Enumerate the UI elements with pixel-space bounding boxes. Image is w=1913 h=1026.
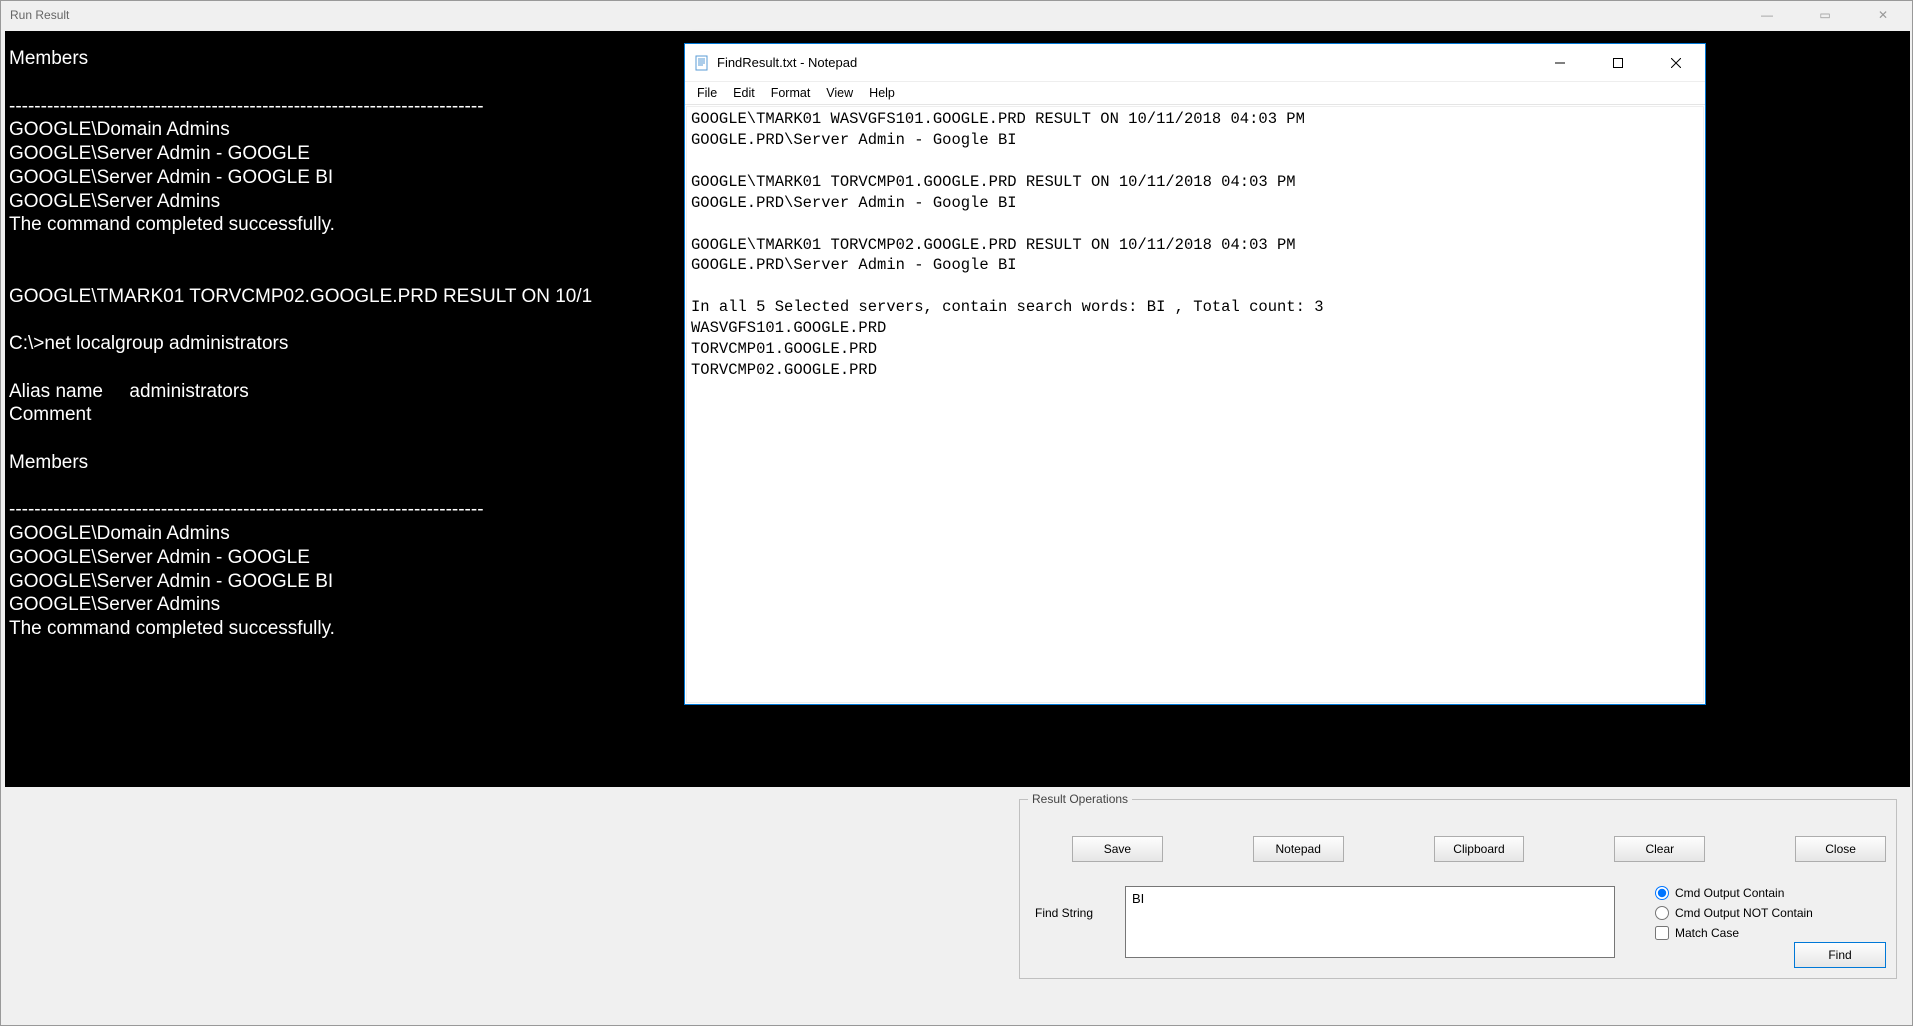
result-operations-legend: Result Operations [1028,792,1132,806]
run-result-window: Run Result — ▭ ✕ Members ---------------… [0,0,1913,1026]
find-options: Cmd Output Contain Cmd Output NOT Contai… [1655,886,1813,940]
cmd-output-not-contain-option[interactable]: Cmd Output NOT Contain [1655,906,1813,920]
result-operations-panel: Result Operations Save Notepad Clipboard… [1019,799,1897,999]
main-window-controls: — ▭ ✕ [1738,1,1912,29]
menu-file[interactable]: File [689,84,725,102]
cmd-output-not-contain-radio[interactable] [1655,906,1669,920]
menu-help[interactable]: Help [861,84,903,102]
notepad-window[interactable]: FindResult.txt - Notepad File Edit Forma… [684,43,1706,705]
main-titlebar[interactable]: Run Result — ▭ ✕ [1,1,1912,29]
notepad-text-content[interactable]: GOOGLE\TMARK01 WASVGFS101.GOOGLE.PRD RES… [686,106,1704,703]
find-string-label: Find String [1035,886,1105,920]
save-button[interactable]: Save [1072,836,1163,862]
notepad-close-icon[interactable] [1647,44,1705,82]
main-window-title: Run Result [10,8,69,22]
menu-format[interactable]: Format [763,84,819,102]
result-ops-buttons-row: Save Notepad Clipboard Clear Close [1072,836,1886,862]
menu-view[interactable]: View [818,84,861,102]
notepad-window-controls [1531,44,1705,82]
clear-button[interactable]: Clear [1614,836,1705,862]
match-case-label: Match Case [1675,926,1739,940]
cmd-output-not-contain-label: Cmd Output NOT Contain [1675,906,1813,920]
find-row: Find String BI Cmd Output Contain Cmd Ou… [1030,886,1886,958]
cmd-output-contain-option[interactable]: Cmd Output Contain [1655,886,1813,900]
notepad-minimize-icon[interactable] [1531,44,1589,82]
notepad-icon [693,54,711,72]
close-icon[interactable]: ✕ [1854,1,1912,29]
find-button-wrap: Find [1794,942,1886,968]
find-string-input[interactable]: BI [1125,886,1615,958]
result-operations-fieldset: Result Operations Save Notepad Clipboard… [1019,799,1897,979]
notepad-title: FindResult.txt - Notepad [717,55,857,70]
minimize-icon[interactable]: — [1738,1,1796,29]
match-case-option[interactable]: Match Case [1655,926,1813,940]
menu-edit[interactable]: Edit [725,84,763,102]
clipboard-button[interactable]: Clipboard [1434,836,1525,862]
notepad-button[interactable]: Notepad [1253,836,1344,862]
cmd-output-contain-label: Cmd Output Contain [1675,886,1784,900]
match-case-checkbox[interactable] [1655,926,1669,940]
notepad-maximize-icon[interactable] [1589,44,1647,82]
close-button[interactable]: Close [1795,836,1886,862]
cmd-output-contain-radio[interactable] [1655,886,1669,900]
notepad-titlebar[interactable]: FindResult.txt - Notepad [685,44,1705,82]
find-button[interactable]: Find [1794,942,1886,968]
maximize-icon[interactable]: ▭ [1796,1,1854,29]
notepad-menubar: File Edit Format View Help [685,82,1705,105]
